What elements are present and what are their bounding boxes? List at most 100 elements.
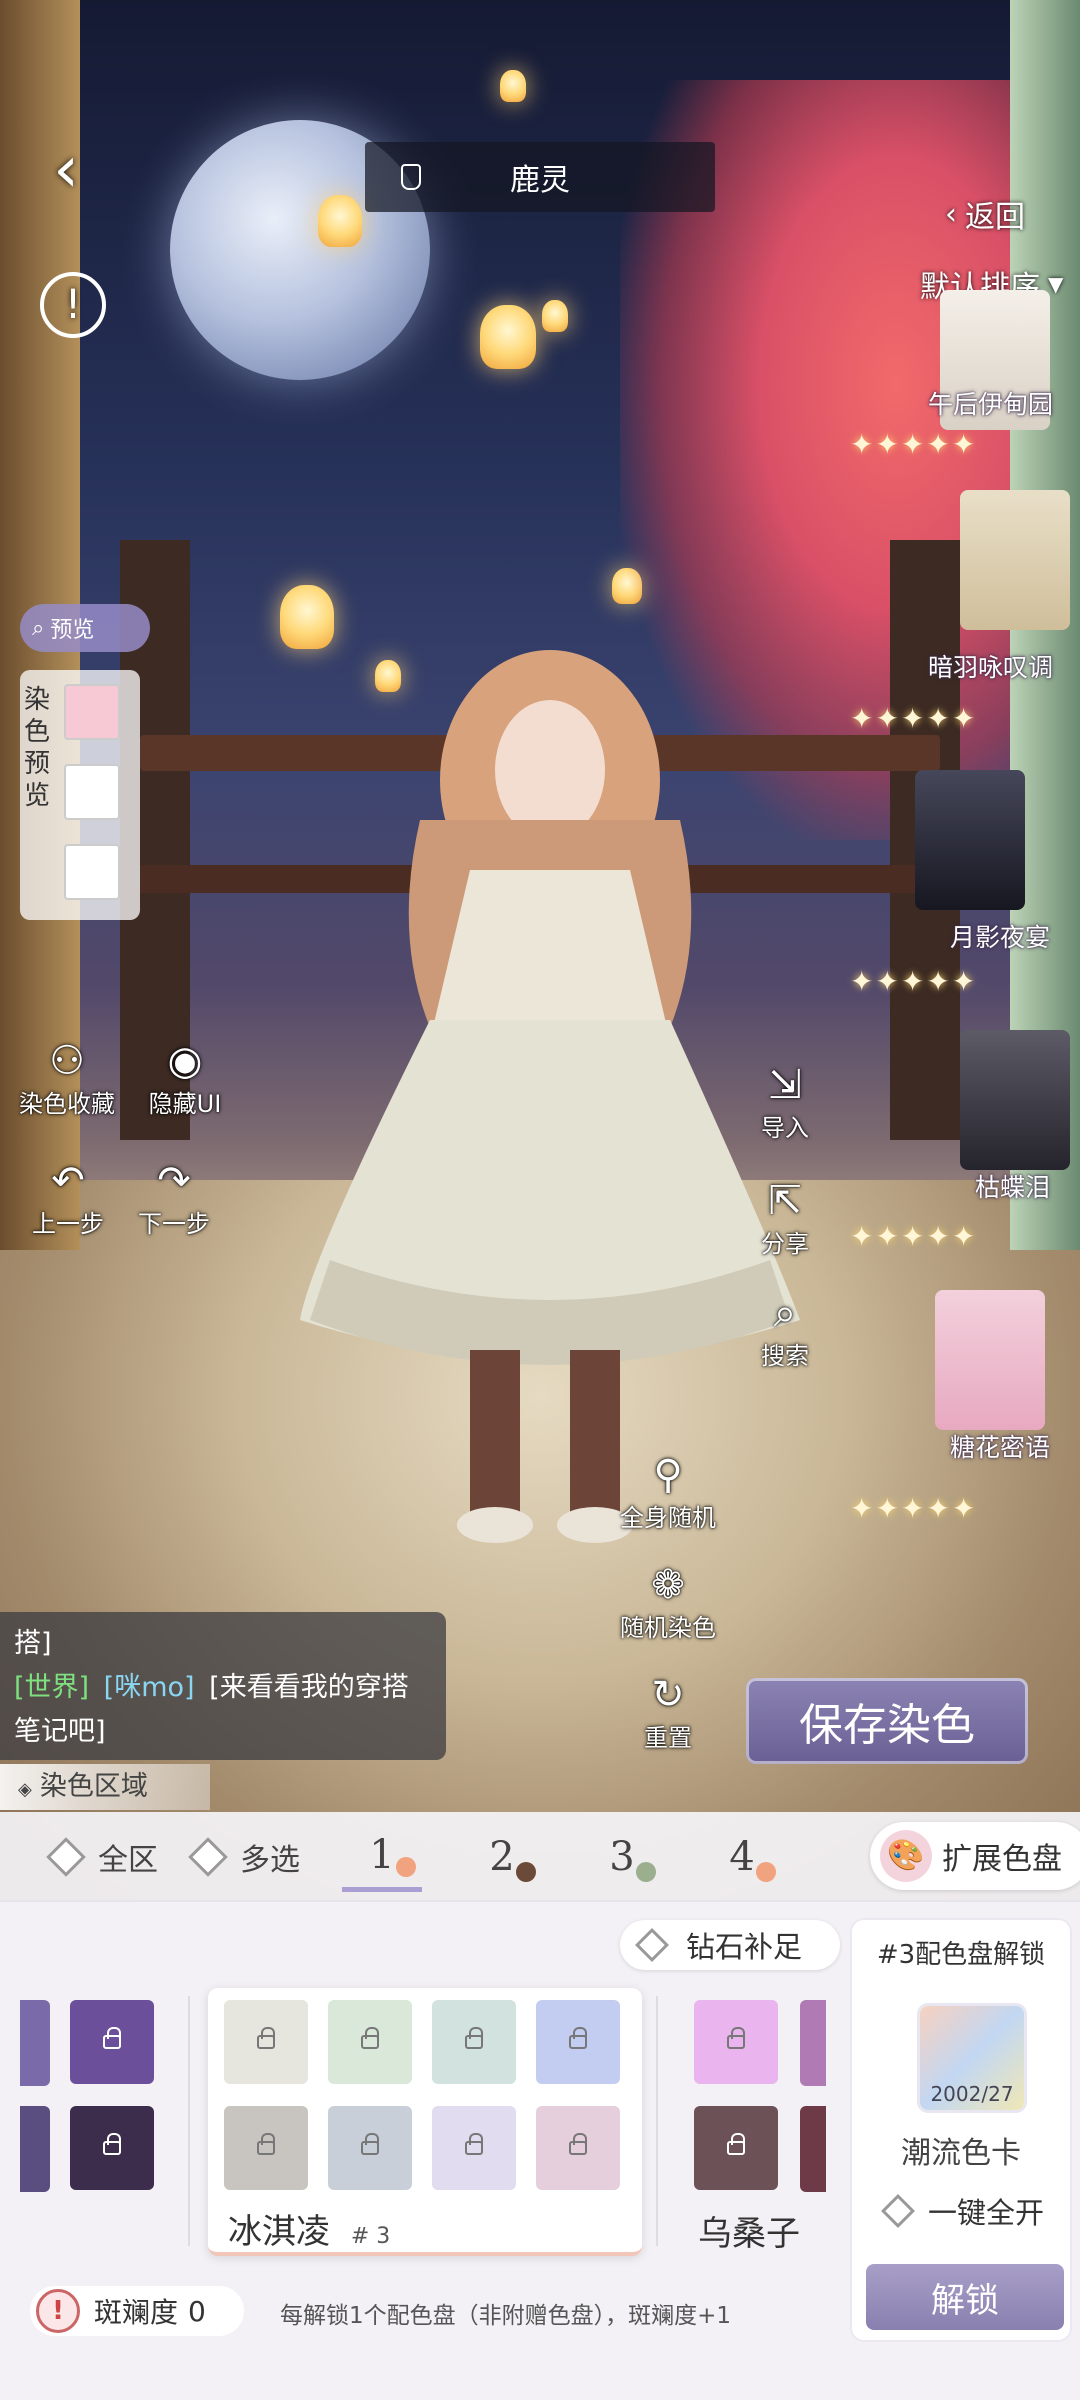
lock-icon <box>103 2027 121 2049</box>
random-dye-button[interactable]: ❁ 随机染色 <box>610 1562 726 1643</box>
palette-icon: 🎨 <box>880 1830 932 1882</box>
outfit-name: 暗羽咏叹调 <box>928 653 1054 682</box>
tab-region-4[interactable]: 4 <box>702 1822 782 1892</box>
preview-toggle[interactable]: ⌕ 预览 <box>20 604 150 652</box>
palette-swatch[interactable] <box>224 2000 308 2084</box>
lock-icon <box>257 2133 275 2155</box>
lock-icon <box>103 2133 121 2155</box>
return-button[interactable]: ‹ 返回 <box>945 192 1025 236</box>
import-icon: ⇲ <box>768 1062 802 1108</box>
checkbox-diamond-icon <box>46 1837 86 1877</box>
palette-swatch[interactable] <box>800 2106 826 2192</box>
lock-icon <box>465 2133 483 2155</box>
tab-region-1[interactable]: 1 <box>342 1822 422 1892</box>
hide-ui-button[interactable]: ◉ 隐藏UI <box>130 1038 240 1119</box>
palette-swatch[interactable] <box>328 2106 412 2190</box>
lock-icon <box>569 2027 587 2049</box>
spot-degree-badge: ! 斑斓度 0 <box>30 2286 244 2336</box>
shirt-top-icon[interactable] <box>64 684 120 740</box>
sky-lantern <box>500 70 526 102</box>
collect-icon: ⚇ <box>49 1038 85 1084</box>
palette-swatch[interactable] <box>20 2000 50 2086</box>
shirt-bottom-icon[interactable] <box>64 844 120 900</box>
save-dye-button[interactable]: 保存染色 <box>746 1678 1028 1764</box>
sky-lantern <box>480 305 536 369</box>
palette-swatch[interactable] <box>800 2000 826 2086</box>
outfit-name: 糖花密语 <box>950 1433 1051 1462</box>
palette-swatch[interactable] <box>536 2106 620 2190</box>
color-dot <box>396 1857 416 1877</box>
dye-preview-label: 染色预览 <box>24 685 51 811</box>
star-rating: ✦✦✦✦✦ <box>850 965 978 998</box>
palette-shuffle-icon: ❁ <box>651 1562 685 1608</box>
star-rating: ✦✦✦✦✦ <box>850 702 978 735</box>
back-arrow-icon[interactable]: ‹ <box>36 133 96 207</box>
chat-line: [世界] [咪mo] [来看看我的穿搭 <box>14 1672 409 1703</box>
diamond-fill-button[interactable]: 钻石补足 <box>620 1920 840 1970</box>
tab-region-3[interactable]: 3 <box>582 1822 662 1892</box>
eye-icon: ◉ <box>167 1038 203 1084</box>
undo-icon: ↶ <box>51 1158 85 1204</box>
diamond-icon <box>635 1928 669 1962</box>
undo-button[interactable]: ↶ 上一步 <box>18 1158 118 1239</box>
sky-lantern <box>318 195 362 247</box>
item-name: 潮流色卡 <box>901 2136 1021 2171</box>
expand-palette-button[interactable]: 🎨 扩展色盘 <box>870 1822 1080 1890</box>
palette-swatch[interactable] <box>70 2000 154 2084</box>
tab-region-2[interactable]: 2 <box>462 1822 542 1892</box>
checkbox-diamond-icon <box>881 2194 915 2228</box>
alert-icon: ! <box>36 2289 80 2333</box>
star-rating: ✦✦✦✦✦ <box>850 1492 978 1525</box>
diamond-icon: ◈ <box>18 1779 32 1800</box>
palette-swatch[interactable] <box>224 2106 308 2190</box>
outfit-thumb[interactable] <box>915 770 1025 910</box>
reset-icon: ↻ <box>651 1672 685 1718</box>
palette-swatch[interactable] <box>432 2106 516 2190</box>
chat-line[interactable]: 笔记吧] <box>14 1710 432 1754</box>
one-click-open-toggle[interactable]: 一键全开 <box>881 2190 1044 2232</box>
palette-swatch[interactable] <box>694 2106 778 2190</box>
palette-swatch[interactable] <box>536 2000 620 2084</box>
lock-icon <box>361 2027 379 2049</box>
outfit-title: 鹿灵 <box>365 142 715 212</box>
outfit-name: 午后伊甸园 <box>928 390 1054 419</box>
unlock-note: 每解锁1个配色盘（非附赠色盘），斑斓度+1 <box>280 2303 732 2329</box>
chevron-left-icon: ‹ <box>945 196 957 232</box>
outfit-thumb[interactable] <box>960 490 1070 630</box>
chat-box[interactable]: 搭] [世界] [咪mo] [来看看我的穿搭 笔记吧] <box>0 1612 446 1760</box>
reset-button[interactable]: ↻ 重置 <box>626 1672 710 1753</box>
share-button[interactable]: ⇱ 分享 <box>742 1178 828 1259</box>
palette-swatch[interactable] <box>432 2000 516 2084</box>
outfit-thumb[interactable] <box>935 1290 1045 1430</box>
color-dot <box>516 1862 536 1882</box>
info-icon[interactable]: ! <box>40 272 106 338</box>
redo-icon: ↷ <box>157 1158 191 1204</box>
palette-swatch[interactable] <box>70 2106 154 2190</box>
search-button[interactable]: ⌕ 搜索 <box>742 1290 828 1371</box>
full-random-button[interactable]: ⚲ 全身随机 <box>610 1452 726 1533</box>
palette-swatch[interactable] <box>328 2000 412 2084</box>
chat-line: 搭] <box>14 1628 52 1659</box>
dye-preview-panel: 染色预览 <box>20 670 140 920</box>
shirt-mid-icon[interactable] <box>64 764 120 820</box>
lock-icon <box>361 2133 379 2155</box>
dye-area-label: ◈ 染色区域 <box>0 1764 210 1810</box>
unlock-button[interactable]: 解锁 <box>866 2264 1064 2330</box>
lock-icon <box>257 2027 275 2049</box>
outfit-thumb[interactable] <box>960 1030 1070 1170</box>
palette-card-selected[interactable]: 冰淇凌 # 3 <box>208 1988 642 2256</box>
redo-button[interactable]: ↷ 下一步 <box>124 1158 224 1239</box>
divider <box>656 1996 658 2246</box>
magnifier-icon: ⌕ <box>32 615 45 641</box>
palette-swatch[interactable] <box>20 2106 50 2192</box>
dye-collect-button[interactable]: ⚇ 染色收藏 <box>12 1038 122 1119</box>
checkbox-diamond-icon <box>188 1837 228 1877</box>
color-dot <box>636 1862 656 1882</box>
tab-multi[interactable]: 多选 <box>188 1822 300 1892</box>
unlock-title: #3配色盘解锁 <box>876 1940 1046 1970</box>
color-card-item-icon[interactable]: 2002/27 <box>920 2006 1024 2110</box>
palette-swatch[interactable] <box>694 2000 778 2084</box>
import-button[interactable]: ⇲ 导入 <box>742 1062 828 1143</box>
star-rating: ✦✦✦✦✦ <box>850 428 978 461</box>
tab-all[interactable]: 全区 <box>46 1822 158 1892</box>
